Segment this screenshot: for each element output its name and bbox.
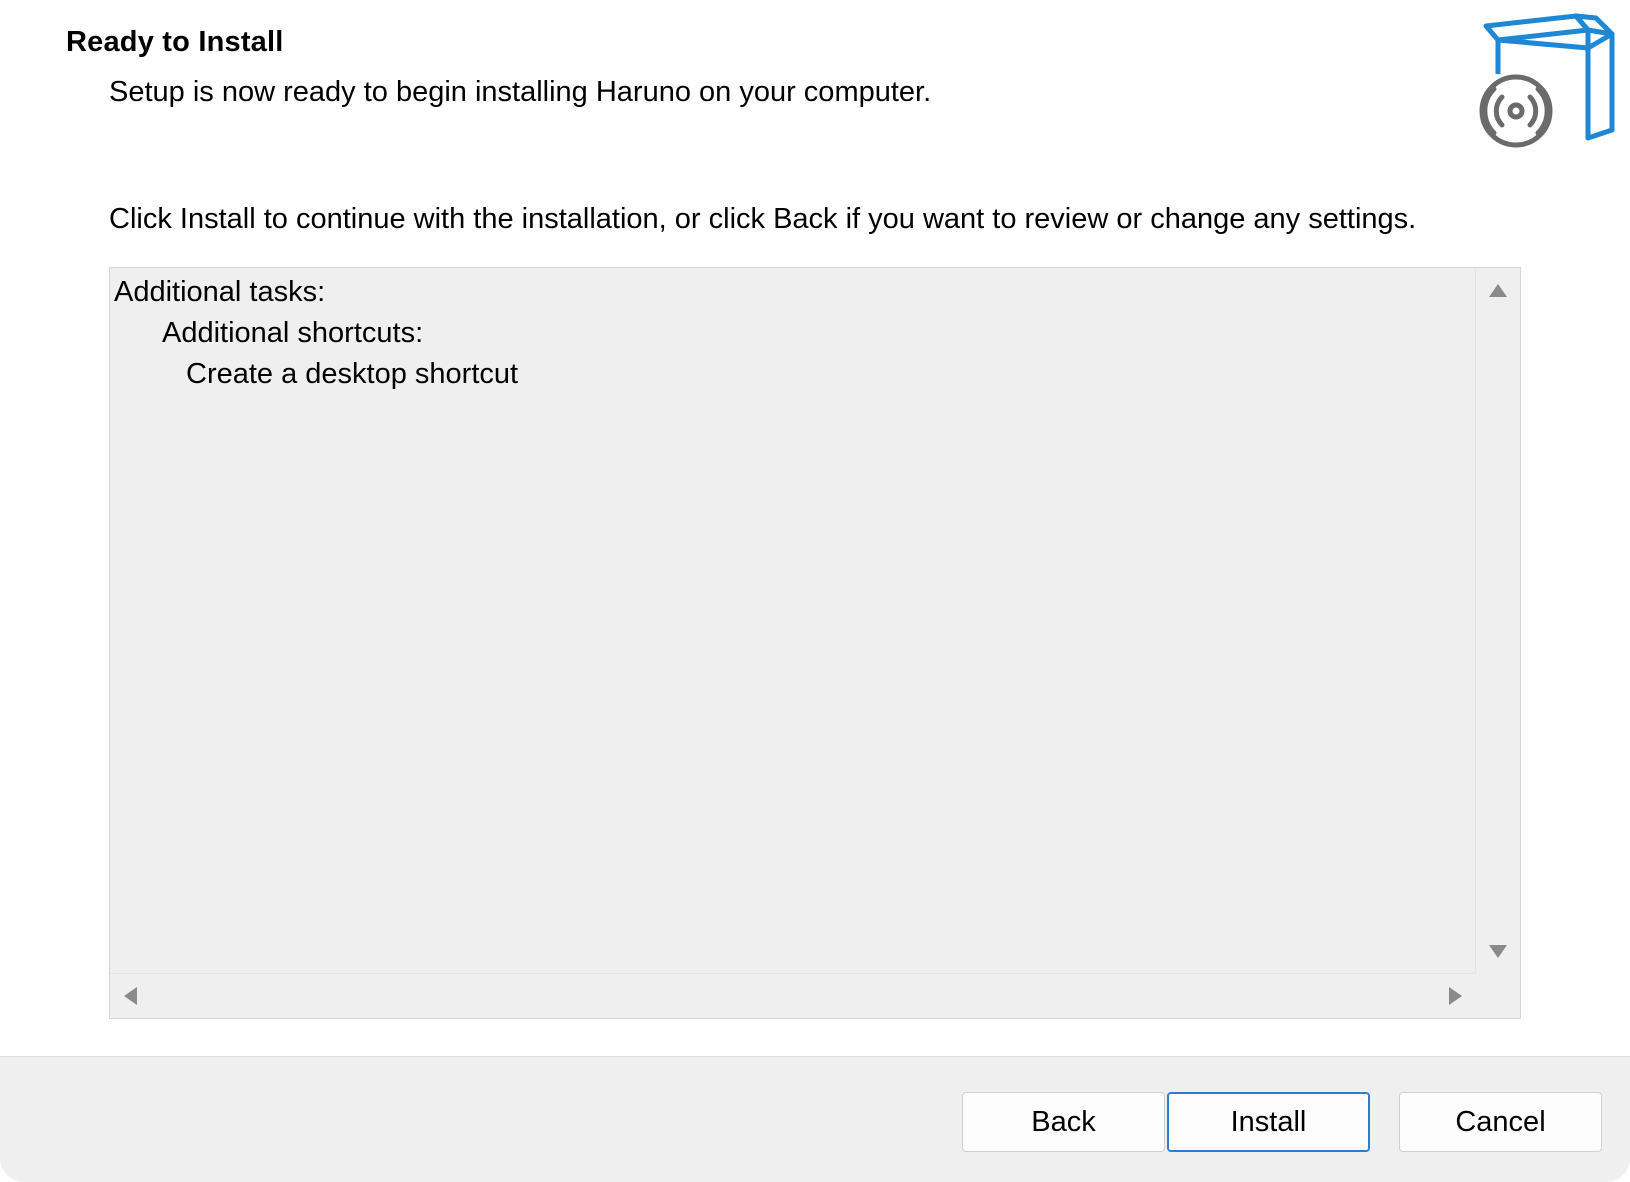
page-subtitle: Setup is now ready to begin installing H… [109,76,932,108]
memo-line: Additional tasks: [114,276,326,308]
scroll-left-arrow-icon[interactable] [124,987,137,1005]
wizard-header: Ready to Install Setup is now ready to b… [0,0,1630,170]
ready-memo-box[interactable]: Additional tasks: Additional shortcuts: … [109,267,1521,1019]
page-title: Ready to Install [66,26,284,58]
scroll-down-arrow-icon[interactable] [1489,945,1507,958]
cancel-button[interactable]: Cancel [1399,1092,1602,1152]
memo-line: Additional shortcuts: [162,317,424,349]
memo-line: Create a desktop shortcut [186,358,519,390]
vertical-scrollbar[interactable] [1475,268,1520,974]
wizard-footer: Back Install Cancel [0,1056,1630,1182]
horizontal-scrollbar[interactable] [110,973,1476,1018]
instruction-text: Click Install to continue with the insta… [109,203,1417,235]
memo-content: Additional tasks: Additional shortcuts: … [112,270,1476,974]
setup-box-disc-icon [1478,12,1618,148]
scrollbar-corner [1476,974,1520,1018]
install-button[interactable]: Install [1167,1092,1370,1152]
scroll-right-arrow-icon[interactable] [1449,987,1462,1005]
scroll-up-arrow-icon[interactable] [1489,284,1507,297]
back-button[interactable]: Back [962,1092,1165,1152]
